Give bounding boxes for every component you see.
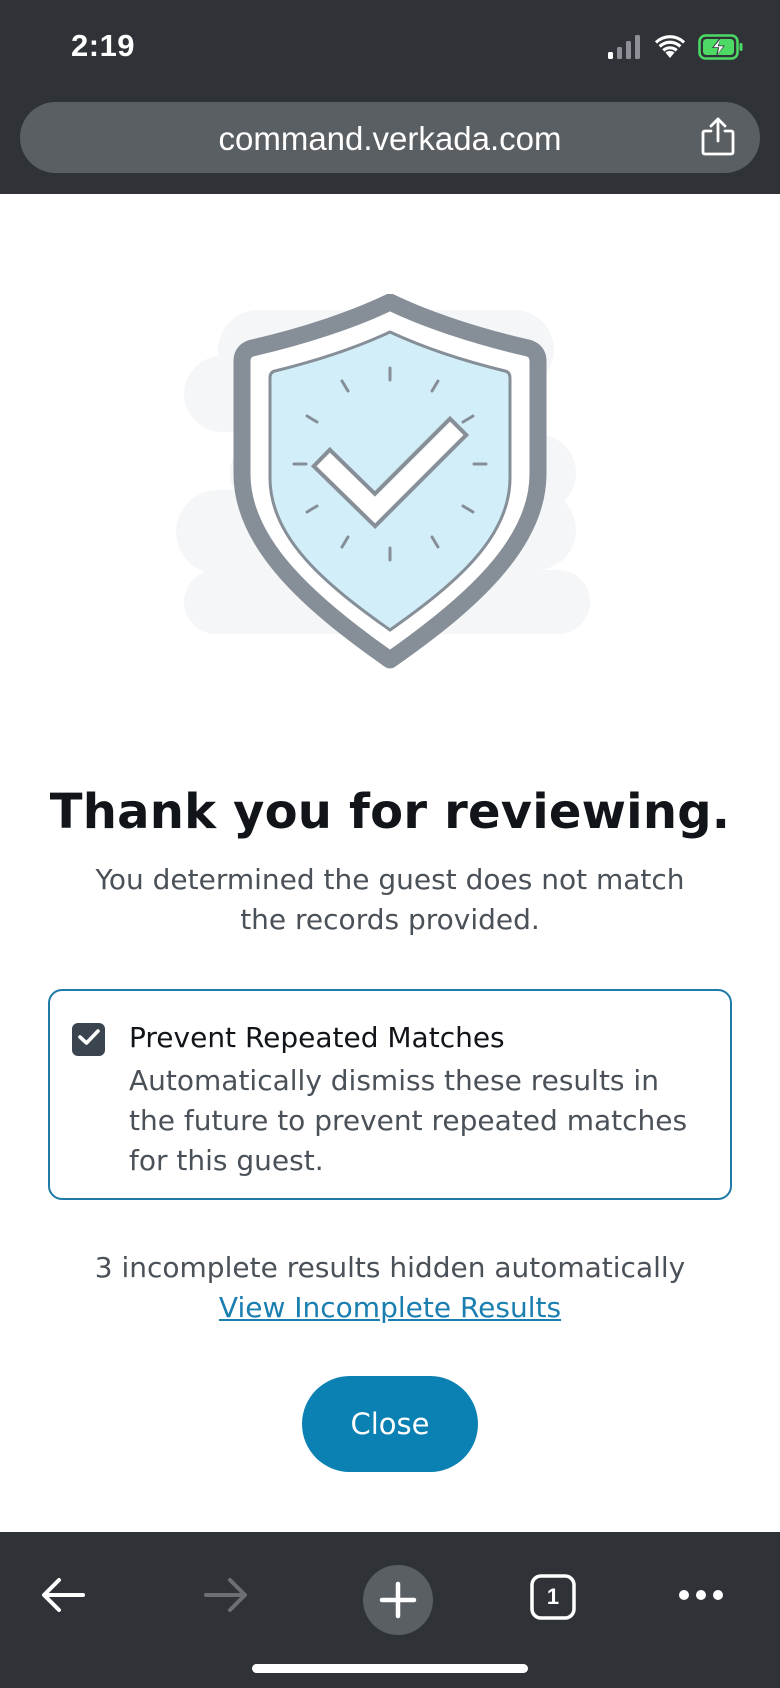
option-description: Automatically dismiss these results in t… (129, 1064, 688, 1177)
signal-icon (608, 35, 642, 64)
review-complete-panel: Thank you for reviewing. You determined … (0, 194, 780, 1532)
close-button[interactable]: Close (302, 1376, 478, 1472)
option-title: Prevent Repeated Matches (129, 1021, 505, 1054)
checkmark-icon (77, 1027, 101, 1052)
share-icon (700, 116, 736, 161)
url-text[interactable]: command.verkada.com (20, 120, 760, 158)
forward-arrow-icon (202, 1575, 250, 1620)
page-subtitle: You determined the guest does not match … (95, 863, 685, 936)
url-bar[interactable]: command.verkada.com (20, 102, 760, 173)
browser-top-chrome: 2:19 command.verkada.com (0, 0, 780, 194)
home-indicator[interactable] (252, 1664, 528, 1673)
more-icon (677, 1588, 725, 1607)
more-menu-button[interactable] (658, 1554, 744, 1640)
tab-count: 1 (546, 1584, 560, 1609)
wifi-icon (654, 35, 686, 64)
status-time: 2:19 (71, 28, 136, 63)
battery-charging-icon (698, 34, 744, 65)
new-tab-plus-icon (378, 1580, 418, 1625)
back-button[interactable] (20, 1554, 106, 1640)
forward-button[interactable] (183, 1554, 269, 1640)
prevent-repeated-matches-option[interactable]: Prevent Repeated Matches Automatically d… (48, 989, 732, 1200)
prevent-repeated-matches-checkbox[interactable] (72, 1023, 105, 1056)
new-tab-button[interactable] (347, 1549, 449, 1651)
view-incomplete-results-link[interactable]: View Incomplete Results (0, 1288, 780, 1328)
tabs-icon: 1 (529, 1573, 577, 1621)
page-title: Thank you for reviewing. (49, 784, 731, 840)
status-icons (608, 34, 744, 65)
share-button[interactable] (698, 116, 738, 160)
hidden-results-note: 3 incomplete results hidden automaticall… (94, 1251, 686, 1284)
back-arrow-icon (39, 1575, 87, 1620)
shield-check-clock-illustration (170, 293, 610, 684)
tabs-button[interactable]: 1 (510, 1554, 596, 1640)
